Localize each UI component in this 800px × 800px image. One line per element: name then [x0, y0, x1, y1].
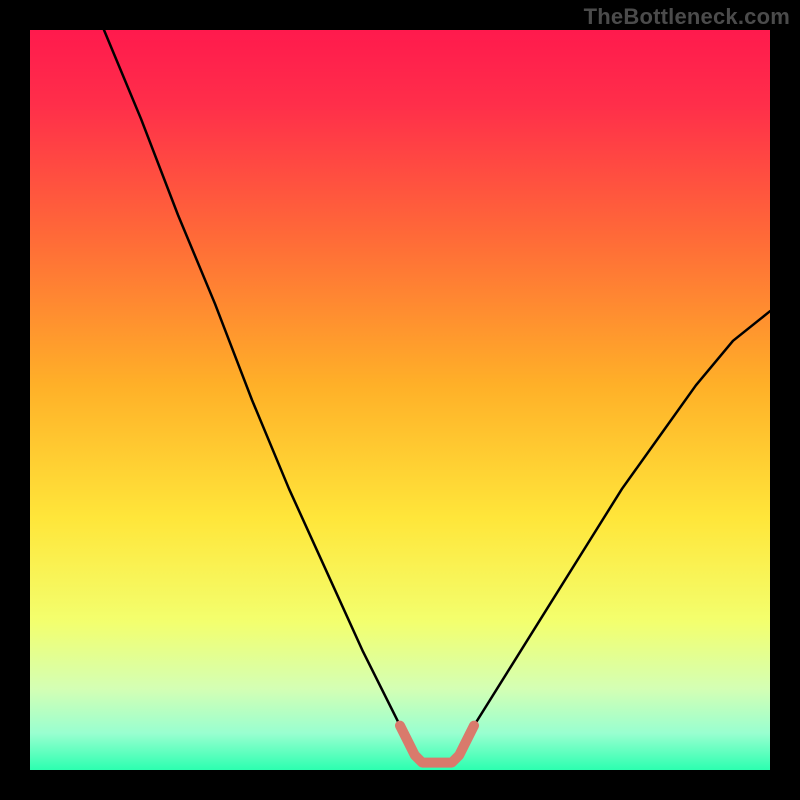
- chart-container: TheBottleneck.com: [0, 0, 800, 800]
- plot-area: [30, 30, 770, 770]
- attribution-label: TheBottleneck.com: [584, 4, 790, 30]
- bottleneck-chart: [0, 0, 800, 800]
